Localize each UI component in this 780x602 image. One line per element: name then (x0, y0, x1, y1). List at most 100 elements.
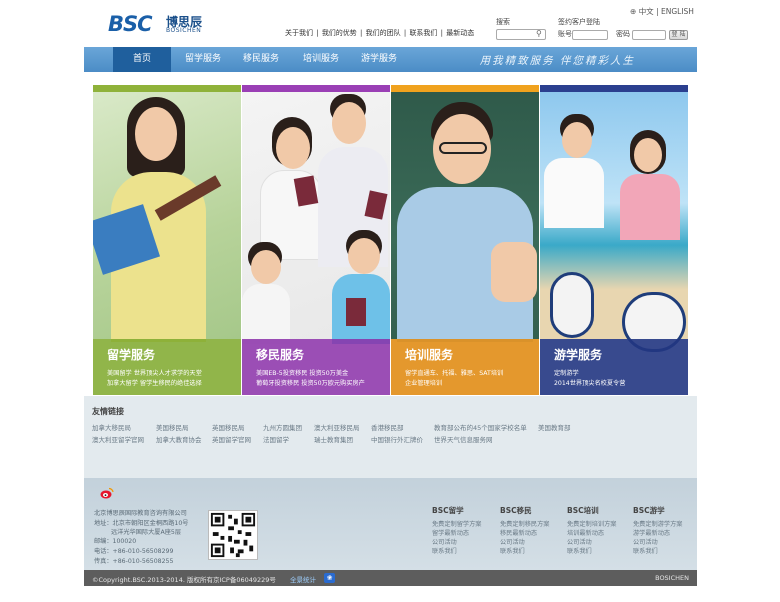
footer-address2: 远洋光华国际大厦A座5层 (111, 529, 182, 536)
footer-col-link[interactable]: 公司活动 (500, 537, 525, 546)
panel-caption: 培训服务 留学直通车、托福、雅思、SAT培训 企业管理培训 (391, 339, 539, 395)
friend-link[interactable]: 法国留学 (263, 434, 289, 444)
panel-caption: 移民服务 美国EB-5投资移民 投资50万美金 葡萄牙投资移民 投资50万欧元购… (242, 339, 390, 395)
shirt-shape (242, 284, 290, 344)
footer-col-link[interactable]: 公司活动 (567, 537, 592, 546)
account-input[interactable] (572, 30, 608, 40)
footer-col-link[interactable]: 公司活动 (633, 537, 658, 546)
friend-link[interactable]: 美国移民局 (156, 422, 189, 432)
panel-line1: 定制游学 (554, 370, 579, 377)
panel-topbar (540, 85, 688, 92)
nav-study-tour[interactable]: 游学服务 (352, 47, 406, 72)
footer-col-link[interactable]: 游学最新动态 (633, 528, 670, 537)
footer-phone: 电话：+86-010-56508299 (94, 548, 174, 555)
lang-en-link[interactable]: ENGLISH (661, 7, 694, 16)
friend-link[interactable]: 英国留学官网 (212, 434, 251, 444)
account-label: 账号 (558, 30, 572, 38)
panel-photo-study-tour (540, 92, 688, 352)
top-link-team[interactable]: 我们的团队 (366, 29, 401, 37)
panel-study[interactable]: 留学服务 美国留学 世界顶尖人才求学的天堂 加拿大留学 留学生移民的绝佳选择 (93, 85, 241, 395)
nav-study[interactable]: 留学服务 (176, 47, 230, 72)
globe-icon: ⊕ (630, 7, 637, 16)
nav-training[interactable]: 培训服务 (294, 47, 348, 72)
footer-col-link[interactable]: 联系我们 (633, 546, 658, 555)
face-shape (634, 138, 662, 172)
footer-col-link[interactable]: 免费定制移民方案 (500, 519, 550, 528)
panel-study-tour[interactable]: 游学服务 定制游学 2014世界顶尖名校夏令营 (540, 85, 688, 395)
face-shape (251, 250, 281, 284)
top-links: 关于我们 | 我们的优势 | 我们的团队 | 联系我们 | 最新动态 (285, 29, 475, 37)
panel-line2: 葡萄牙投资移民 投资50万欧元购买房产 (256, 380, 365, 387)
footer-address: 地址：北京市朝阳区金桐西路10号 (94, 520, 189, 527)
friend-link[interactable]: 澳大利亚留学官网 (92, 434, 144, 444)
friend-links: 友情链接 加拿大移民局 美国移民局 英国移民局 九州方圆集团 澳大利亚移民局 香… (84, 396, 697, 478)
footer-col-link[interactable]: 免费定制游学方案 (633, 519, 683, 528)
friend-link[interactable]: 加拿大移民局 (92, 422, 131, 432)
panel-title: 培训服务 (405, 348, 454, 362)
footer-col-link[interactable]: 联系我们 (500, 546, 525, 555)
language-switch: ⊕ 中文 | ENGLISH (630, 7, 694, 16)
friend-link[interactable]: 教育部公布的45个国家学校名单 (434, 422, 527, 432)
nav-home[interactable]: 首页 (113, 47, 171, 72)
logo[interactable]: BSC 博思辰 BOSICHEN (108, 12, 218, 36)
face-shape (332, 102, 366, 144)
surfboard-shape (550, 272, 594, 338)
footer-col-title[interactable]: BSC移民 (500, 505, 532, 516)
footer-col-link[interactable]: 培训最新动态 (567, 528, 604, 537)
footer: 北京博思辰国际教育咨询有限公司 地址：北京市朝阳区金桐西路10号 远洋光华国际大… (84, 478, 697, 570)
login-title: 签约客户登陆 (558, 18, 600, 26)
friend-link[interactable]: 瑞士教育集团 (314, 434, 353, 444)
footer-col-link[interactable]: 公司活动 (432, 537, 457, 546)
panel-topbar (93, 85, 241, 92)
friend-link[interactable]: 加拿大教育协会 (156, 434, 202, 444)
friend-link[interactable]: 九州方圆集团 (263, 422, 302, 432)
face-shape (348, 238, 380, 274)
footer-zip: 邮编：100020 (94, 538, 137, 545)
top-link-advantage[interactable]: 我们的优势 (322, 29, 357, 37)
stats-link[interactable]: 全景统计 (290, 574, 316, 584)
footer-col-link[interactable]: 移民最新动态 (500, 528, 537, 537)
panel-caption: 留学服务 美国留学 世界顶尖人才求学的天堂 加拿大留学 留学生移民的绝佳选择 (93, 339, 241, 395)
search-label: 搜索 (496, 18, 510, 26)
copyright-bar: ©Copyright.BSC.2013-2014. 版权所有京ICP备06049… (84, 570, 697, 586)
logo-mark: BSC (108, 12, 153, 36)
face-shape (276, 127, 310, 169)
friend-link[interactable]: 澳大利亚移民局 (314, 422, 360, 432)
search-icon[interactable]: ⚲ (536, 29, 542, 38)
logo-en: BOSICHEN (166, 27, 202, 34)
footer-col-link[interactable]: 联系我们 (432, 546, 457, 555)
panel-caption: 游学服务 定制游学 2014世界顶尖名校夏令营 (540, 339, 688, 395)
panel-line2: 2014世界顶尖名校夏令营 (554, 380, 626, 387)
footer-col-link[interactable]: 联系我们 (567, 546, 592, 555)
login-button[interactable]: 登 陆 (669, 30, 688, 40)
top-link-news[interactable]: 最新动态 (446, 29, 474, 37)
password-input[interactable] (632, 30, 666, 40)
friend-link[interactable]: 美国教育部 (538, 422, 571, 432)
footer-col-link[interactable]: 免费定制培训方案 (567, 519, 617, 528)
page: BSC 博思辰 BOSICHEN 关于我们 | 我们的优势 | 我们的团队 | … (84, 0, 697, 590)
lang-cn-link[interactable]: 中文 (639, 7, 654, 16)
friend-link[interactable]: 中国银行外汇牌价 (371, 434, 423, 444)
footer-col-title[interactable]: BSC留学 (432, 505, 464, 516)
footer-col-link[interactable]: 留学最新动态 (432, 528, 469, 537)
footer-col-title[interactable]: BSC游学 (633, 505, 665, 516)
nav-immigration[interactable]: 移民服务 (234, 47, 288, 72)
copyright-text: ©Copyright.BSC.2013-2014. 版权所有京ICP备06049… (92, 576, 276, 584)
password-label: 密码 (616, 30, 630, 38)
paw-icon[interactable]: ❀ (324, 573, 335, 583)
panel-photo-immigration (242, 92, 390, 344)
panel-photo-training (391, 92, 539, 342)
friend-link[interactable]: 香港移民部 (371, 422, 404, 432)
face-shape (562, 122, 592, 158)
footer-col-link[interactable]: 免费定制留学方案 (432, 519, 482, 528)
friend-link[interactable]: 世界天气信息服务网 (434, 434, 493, 444)
panel-training[interactable]: 培训服务 留学直通车、托福、雅思、SAT培训 企业管理培训 (391, 85, 539, 395)
panel-immigration[interactable]: 移民服务 美国EB-5投资移民 投资50万美金 葡萄牙投资移民 投资50万欧元购… (242, 85, 390, 395)
footer-col-title[interactable]: BSC培训 (567, 505, 599, 516)
weibo-icon[interactable] (100, 487, 114, 499)
friend-link[interactable]: 英国移民局 (212, 422, 245, 432)
top-link-about[interactable]: 关于我们 (285, 29, 313, 37)
panel-line2: 加拿大留学 留学生移民的绝佳选择 (107, 380, 202, 387)
top-link-contact[interactable]: 联系我们 (409, 29, 437, 37)
panel-line1: 美国留学 世界顶尖人才求学的天堂 (107, 370, 202, 377)
